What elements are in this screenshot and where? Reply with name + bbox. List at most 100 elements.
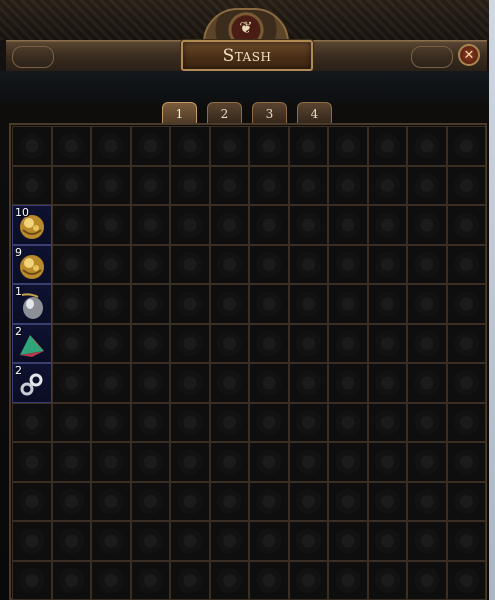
empty-stash-cell[interactable]: [130, 363, 170, 403]
empty-stash-cell[interactable]: [407, 323, 447, 363]
empty-stash-cell[interactable]: [367, 126, 407, 166]
empty-stash-cell[interactable]: [288, 205, 328, 245]
empty-stash-cell[interactable]: [249, 323, 289, 363]
empty-stash-cell[interactable]: [209, 244, 249, 284]
empty-stash-cell[interactable]: [446, 126, 486, 166]
empty-stash-cell[interactable]: [51, 126, 91, 166]
empty-stash-cell[interactable]: [51, 402, 91, 442]
tab-4[interactable]: 4: [297, 102, 332, 124]
empty-stash-cell[interactable]: [170, 363, 210, 403]
empty-stash-cell[interactable]: [407, 126, 447, 166]
empty-stash-cell[interactable]: [51, 560, 91, 600]
empty-stash-cell[interactable]: [209, 165, 249, 205]
empty-stash-cell[interactable]: [91, 205, 131, 245]
empty-stash-cell[interactable]: [170, 244, 210, 284]
empty-stash-cell[interactable]: [328, 165, 368, 205]
empty-stash-cell[interactable]: [51, 205, 91, 245]
empty-stash-cell[interactable]: [407, 481, 447, 521]
empty-stash-cell[interactable]: [367, 165, 407, 205]
empty-stash-cell[interactable]: [130, 126, 170, 166]
empty-stash-cell[interactable]: [446, 284, 486, 324]
empty-stash-cell[interactable]: [249, 521, 289, 561]
empty-stash-cell[interactable]: [170, 521, 210, 561]
empty-stash-cell[interactable]: [407, 402, 447, 442]
empty-stash-cell[interactable]: [367, 560, 407, 600]
empty-stash-cell[interactable]: [12, 521, 52, 561]
empty-stash-cell[interactable]: [130, 165, 170, 205]
empty-stash-cell[interactable]: [249, 165, 289, 205]
empty-stash-cell[interactable]: [130, 284, 170, 324]
stash-item-slot[interactable]: 2: [12, 323, 52, 363]
empty-stash-cell[interactable]: [51, 244, 91, 284]
empty-stash-cell[interactable]: [170, 402, 210, 442]
empty-stash-cell[interactable]: [209, 363, 249, 403]
empty-stash-cell[interactable]: [446, 363, 486, 403]
empty-stash-cell[interactable]: [91, 126, 131, 166]
empty-stash-cell[interactable]: [288, 363, 328, 403]
empty-stash-cell[interactable]: [91, 323, 131, 363]
empty-stash-cell[interactable]: [170, 165, 210, 205]
empty-stash-cell[interactable]: [249, 402, 289, 442]
empty-stash-cell[interactable]: [288, 126, 328, 166]
empty-stash-cell[interactable]: [91, 442, 131, 482]
empty-stash-cell[interactable]: [12, 126, 52, 166]
empty-stash-cell[interactable]: [367, 244, 407, 284]
empty-stash-cell[interactable]: [328, 560, 368, 600]
empty-stash-cell[interactable]: [249, 481, 289, 521]
empty-stash-cell[interactable]: [367, 284, 407, 324]
empty-stash-cell[interactable]: [407, 442, 447, 482]
empty-stash-cell[interactable]: [209, 481, 249, 521]
empty-stash-cell[interactable]: [367, 205, 407, 245]
empty-stash-cell[interactable]: [209, 126, 249, 166]
empty-stash-cell[interactable]: [170, 560, 210, 600]
tab-1[interactable]: 1: [162, 102, 197, 124]
close-button[interactable]: ✕: [458, 44, 480, 66]
empty-stash-cell[interactable]: [407, 363, 447, 403]
empty-stash-cell[interactable]: [446, 165, 486, 205]
empty-stash-cell[interactable]: [367, 442, 407, 482]
empty-stash-cell[interactable]: [170, 442, 210, 482]
empty-stash-cell[interactable]: [288, 402, 328, 442]
empty-stash-cell[interactable]: [288, 481, 328, 521]
empty-stash-cell[interactable]: [91, 521, 131, 561]
empty-stash-cell[interactable]: [12, 442, 52, 482]
stash-item-slot[interactable]: 10: [12, 205, 52, 245]
empty-stash-cell[interactable]: [367, 481, 407, 521]
empty-stash-cell[interactable]: [328, 521, 368, 561]
empty-stash-cell[interactable]: [446, 481, 486, 521]
empty-stash-cell[interactable]: [209, 402, 249, 442]
stash-item-slot[interactable]: 2: [12, 363, 52, 403]
empty-stash-cell[interactable]: [288, 442, 328, 482]
empty-stash-cell[interactable]: [288, 521, 328, 561]
empty-stash-cell[interactable]: [407, 560, 447, 600]
empty-stash-cell[interactable]: [249, 126, 289, 166]
empty-stash-cell[interactable]: [288, 244, 328, 284]
empty-stash-cell[interactable]: [170, 481, 210, 521]
empty-stash-cell[interactable]: [91, 165, 131, 205]
empty-stash-cell[interactable]: [367, 323, 407, 363]
empty-stash-cell[interactable]: [130, 244, 170, 284]
empty-stash-cell[interactable]: [12, 402, 52, 442]
empty-stash-cell[interactable]: [367, 402, 407, 442]
empty-stash-cell[interactable]: [328, 481, 368, 521]
empty-stash-cell[interactable]: [328, 284, 368, 324]
empty-stash-cell[interactable]: [170, 205, 210, 245]
tab-2[interactable]: 2: [207, 102, 242, 124]
empty-stash-cell[interactable]: [91, 481, 131, 521]
empty-stash-cell[interactable]: [209, 205, 249, 245]
empty-stash-cell[interactable]: [288, 284, 328, 324]
empty-stash-cell[interactable]: [51, 442, 91, 482]
empty-stash-cell[interactable]: [328, 442, 368, 482]
empty-stash-cell[interactable]: [91, 560, 131, 600]
empty-stash-cell[interactable]: [407, 165, 447, 205]
empty-stash-cell[interactable]: [51, 363, 91, 403]
empty-stash-cell[interactable]: [91, 402, 131, 442]
empty-stash-cell[interactable]: [209, 521, 249, 561]
empty-stash-cell[interactable]: [170, 323, 210, 363]
empty-stash-cell[interactable]: [446, 205, 486, 245]
empty-stash-cell[interactable]: [170, 126, 210, 166]
empty-stash-cell[interactable]: [209, 442, 249, 482]
empty-stash-cell[interactable]: [91, 284, 131, 324]
empty-stash-cell[interactable]: [288, 560, 328, 600]
stash-item-slot[interactable]: 9: [12, 244, 52, 284]
